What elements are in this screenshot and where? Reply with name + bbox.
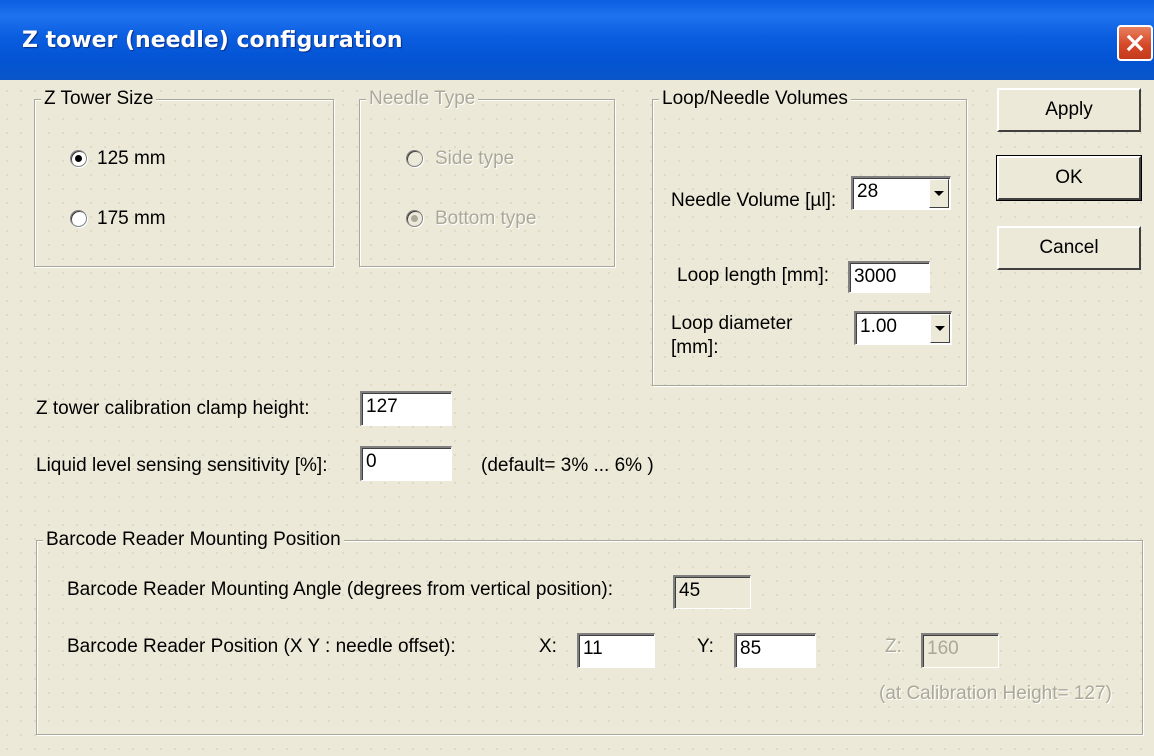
sensitivity-label: Liquid level sensing sensitivity [%]: xyxy=(36,455,328,476)
z-offset-value: 160 xyxy=(927,638,959,659)
apply-button[interactable]: Apply xyxy=(997,88,1141,132)
radio-175mm-label: 175 mm xyxy=(97,208,166,229)
clamp-height-label: Z tower calibration clamp height: xyxy=(36,398,310,419)
sensitivity-hint: (default= 3% ... 6% ) xyxy=(481,455,654,476)
loop-diameter-label: Loop diameter [mm]: xyxy=(671,313,793,358)
cancel-button[interactable]: Cancel xyxy=(997,226,1141,270)
needle-volume-label: Needle Volume [µl]: xyxy=(671,190,837,211)
needle-type-label: Needle Type xyxy=(366,88,479,110)
loop-length-label: Loop length [mm]: xyxy=(677,265,830,286)
x-offset-value: 11 xyxy=(583,638,603,659)
title-bar[interactable]: Z tower (needle) configuration xyxy=(0,0,1154,80)
loop-length-value: 3000 xyxy=(854,266,897,287)
loop-needle-volumes-group: Loop/Needle Volumes Needle Volume [µl]: … xyxy=(652,88,967,386)
radio-side-type xyxy=(406,150,423,167)
clamp-height-value: 127 xyxy=(366,396,398,417)
z-offset-input: 160 xyxy=(921,633,999,668)
radio-bottom-type xyxy=(406,210,423,227)
dialog-client-area: Z Tower Size 125 mm 175 mm Needle Type S… xyxy=(3,80,1154,756)
mounting-angle-label: Barcode Reader Mounting Angle (degrees f… xyxy=(67,579,614,600)
clamp-height-input[interactable]: 127 xyxy=(360,391,452,426)
close-icon xyxy=(1126,34,1144,52)
needle-volume-value: 28 xyxy=(857,181,879,202)
y-offset-input[interactable]: 85 xyxy=(734,633,816,668)
y-offset-value: 85 xyxy=(740,638,762,659)
radio-side-type-label: Side type xyxy=(435,148,515,169)
reader-position-label: Barcode Reader Position (X Y : needle of… xyxy=(67,636,456,657)
x-offset-label: X: xyxy=(539,636,557,657)
barcode-reader-label: Barcode Reader Mounting Position xyxy=(43,529,344,551)
z-offset-label: Z: xyxy=(885,636,902,657)
needle-volume-select[interactable]: 28 xyxy=(851,176,951,210)
chevron-down-icon[interactable] xyxy=(929,179,949,208)
z-tower-size-group: Z Tower Size 125 mm 175 mm xyxy=(34,88,334,267)
z-tower-size-label: Z Tower Size xyxy=(41,88,157,110)
loop-length-input[interactable]: 3000 xyxy=(848,261,930,293)
dialog-window: Z tower (needle) configuration Z Tower S… xyxy=(0,0,1154,756)
loop-diameter-select[interactable]: 1.00 xyxy=(854,311,952,345)
sensitivity-value: 0 xyxy=(366,451,377,472)
ok-button[interactable]: OK xyxy=(996,155,1142,201)
y-offset-label: Y: xyxy=(697,636,714,657)
barcode-reader-group: Barcode Reader Mounting Position Barcode… xyxy=(36,529,1143,735)
mounting-angle-field: 45 xyxy=(673,575,751,609)
radio-125mm[interactable] xyxy=(70,150,87,167)
loop-diameter-value: 1.00 xyxy=(860,316,897,337)
x-offset-input[interactable]: 11 xyxy=(577,633,655,668)
close-button[interactable] xyxy=(1117,25,1153,61)
z-offset-note: (at Calibration Height= 127) xyxy=(879,683,1112,704)
radio-bottom-type-label: Bottom type xyxy=(435,208,537,229)
mounting-angle-value: 45 xyxy=(679,580,701,601)
radio-125mm-label: 125 mm xyxy=(97,148,166,169)
loop-needle-volumes-label: Loop/Needle Volumes xyxy=(659,88,851,110)
sensitivity-input[interactable]: 0 xyxy=(360,446,452,481)
radio-175mm[interactable] xyxy=(70,210,87,227)
needle-type-group: Needle Type Side type Bottom type xyxy=(359,88,615,267)
chevron-down-icon[interactable] xyxy=(930,314,950,343)
window-title: Z tower (needle) configuration xyxy=(22,28,403,53)
